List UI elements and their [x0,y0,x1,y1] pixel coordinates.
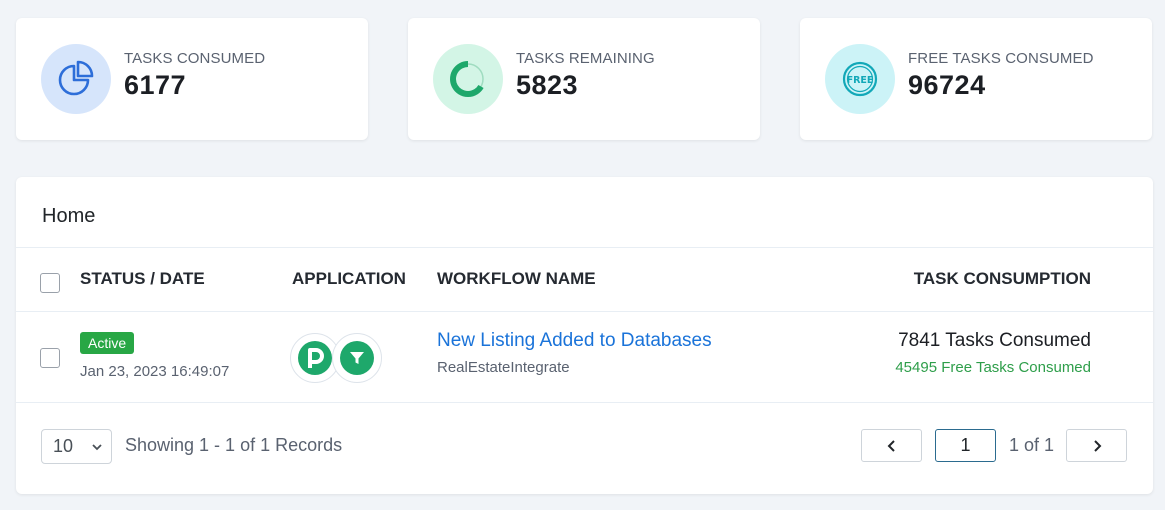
records-summary: Showing 1 - 1 of 1 Records [125,435,343,455]
free-tasks-consumed: 45495 Free Tasks Consumed [895,359,1091,376]
page-size-select[interactable]: 10 [41,429,112,464]
chevron-left-icon [887,439,895,452]
chevron-right-icon [1093,439,1101,452]
filter-app-icon[interactable] [332,333,382,383]
stat-card-tasks-remaining: TASKS REMAINING 5823 [408,18,760,140]
stat-label: FREE TASKS CONSUMED [908,50,1094,67]
divider [16,402,1153,403]
free-badge-icon: FREE [825,44,895,114]
page-title: Home [42,205,96,227]
stat-value: 96724 [908,70,986,100]
stat-label: TASKS REMAINING [516,50,655,67]
page-of-label: 1 of 1 [1009,435,1055,455]
page-size-value: 10 [53,436,74,456]
prev-page-button[interactable] [861,429,922,462]
select-all-checkbox[interactable] [40,273,60,293]
current-page-input[interactable]: 1 [935,429,996,462]
row-date: Jan 23, 2023 16:49:07 [80,363,230,380]
workflow-app-name: RealEstateIntegrate [437,359,570,376]
donut-progress-icon [433,44,503,114]
workflow-name-link[interactable]: New Listing Added to Databases [437,330,712,352]
chevron-down-icon [92,444,102,451]
tasks-consumed: 7841 Tasks Consumed [898,330,1091,351]
svg-text:FREE: FREE [847,75,874,86]
column-header-workflow-name[interactable]: WORKFLOW NAME [437,269,596,289]
next-page-button[interactable] [1066,429,1127,462]
stat-value: 6177 [124,70,187,100]
workflow-table-card: Home STATUS / DATE APPLICATION WORKFLOW … [16,177,1153,494]
row-checkbox[interactable] [40,348,60,368]
divider [16,247,1153,248]
stat-card-tasks-consumed: TASKS CONSUMED 6177 [16,18,368,140]
column-header-status-date[interactable]: STATUS / DATE [80,269,205,289]
status-badge: Active [80,332,135,354]
pie-chart-icon [41,44,111,114]
column-header-application[interactable]: APPLICATION [292,269,406,289]
stat-label: TASKS CONSUMED [124,50,266,67]
stat-value: 5823 [516,70,579,100]
divider [16,311,1153,312]
stat-card-free-tasks: FREE FREE TASKS CONSUMED 96724 [800,18,1152,140]
column-header-task-consumption[interactable]: TASK CONSUMPTION [914,269,1091,289]
